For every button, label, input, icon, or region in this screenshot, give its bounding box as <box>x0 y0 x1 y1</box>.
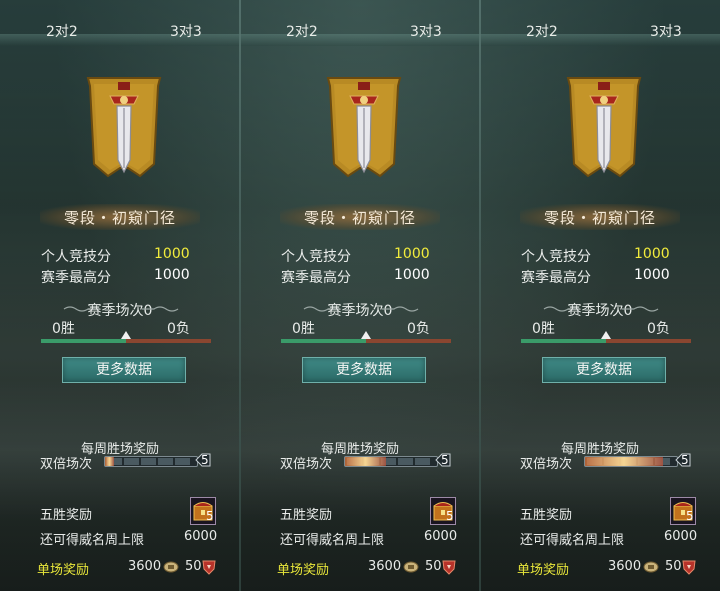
coin-reward-value: 3600 <box>128 559 162 574</box>
five-win-label: 五胜奖励 <box>40 508 93 523</box>
arena-panel: 2对2 3对3 零段・初窥门径 个人竞技分 1000 赛季最高分 1000 赛季… <box>240 0 480 591</box>
weekly-cap-label: 还可得威名周上限 <box>520 533 625 548</box>
personal-score-value: 1000 <box>154 246 190 262</box>
win-fill <box>521 339 606 343</box>
win-loss-bar <box>521 331 691 343</box>
rank-name: 零段・初窥门径 <box>63 209 176 227</box>
season-matches: 赛季场次0 <box>87 303 153 319</box>
season-best-value: 1000 <box>634 267 670 283</box>
weekly-cap-value: 6000 <box>664 529 698 544</box>
tab-2v2[interactable]: 2对2 <box>526 21 558 41</box>
sword-banner-icon <box>566 77 642 178</box>
arena-panel: 2对2 3对3 零段・初窥门径 个人竞技分 1000 赛季最高分 1000 赛季… <box>480 0 720 591</box>
win-loss-bar <box>41 331 211 343</box>
right-cloud-ornament-icon <box>622 306 659 312</box>
personal-score-value: 1000 <box>394 246 430 262</box>
tab-3v3[interactable]: 3对3 <box>170 21 202 41</box>
double-progress-fill <box>585 457 663 466</box>
honor-reward-value: 50 <box>425 559 442 574</box>
weekly-cap-label: 还可得威名周上限 <box>40 533 145 548</box>
win-loss-marker-icon <box>121 331 131 339</box>
coin-icon <box>643 561 659 573</box>
wins-count: 0胜 <box>52 321 75 337</box>
tab-2v2[interactable]: 2对2 <box>286 21 318 41</box>
more-data-button[interactable]: 更多数据 <box>302 357 426 383</box>
double-total: 5 <box>201 453 209 467</box>
honor-reward-value: 50 <box>665 559 682 574</box>
season-best-label: 赛季最高分 <box>41 270 111 286</box>
honor-shield-icon <box>202 560 216 575</box>
right-cloud-ornament-icon <box>142 306 179 312</box>
progress-segment <box>124 458 139 465</box>
double-total: 5 <box>681 453 689 467</box>
panel-divider <box>479 0 481 591</box>
more-data-button[interactable]: 更多数据 <box>542 357 666 383</box>
coin-reward-value: 3600 <box>368 559 402 574</box>
win-loss-marker-icon <box>601 331 611 339</box>
losses-count: 0负 <box>167 321 190 337</box>
five-win-label: 五胜奖励 <box>520 508 573 523</box>
double-matches-label: 双倍场次 <box>520 457 573 472</box>
double-progress-bar <box>344 456 438 467</box>
single-reward-label: 单场奖励 <box>277 563 330 578</box>
tab-3v3[interactable]: 3对3 <box>650 21 682 41</box>
season-best-value: 1000 <box>394 267 430 283</box>
win-fill <box>281 339 366 343</box>
progress-segment <box>141 458 156 465</box>
progress-segment <box>175 458 190 465</box>
rank-name: 零段・初窥门径 <box>303 209 416 227</box>
personal-score-value: 1000 <box>634 246 670 262</box>
double-progress-fill <box>105 457 114 466</box>
sword-banner-icon <box>86 77 162 178</box>
honor-shield-icon <box>682 560 696 575</box>
double-progress-bar <box>584 456 678 467</box>
five-win-count: 5 <box>446 509 454 523</box>
losses-count: 0负 <box>407 321 430 337</box>
season-matches: 赛季场次0 <box>327 303 393 319</box>
personal-score-label: 个人竞技分 <box>281 249 351 265</box>
progress-segment <box>158 458 173 465</box>
honor-reward-value: 50 <box>185 559 202 574</box>
sword-banner-icon <box>326 77 402 178</box>
single-reward-label: 单场奖励 <box>517 563 570 578</box>
arena-panel: 2对2 3对3 零段・初窥门径 个人竞技分 1000 赛季最高分 1000 赛季… <box>0 0 240 591</box>
progress-segment <box>415 458 430 465</box>
single-reward-label: 单场奖励 <box>37 563 90 578</box>
five-win-count: 5 <box>206 509 214 523</box>
season-best-label: 赛季最高分 <box>521 270 591 286</box>
tab-3v3[interactable]: 3对3 <box>410 21 442 41</box>
right-cloud-ornament-icon <box>382 306 419 312</box>
honor-shield-icon <box>442 560 456 575</box>
season-best-value: 1000 <box>154 267 190 283</box>
more-data-button[interactable]: 更多数据 <box>62 357 186 383</box>
personal-score-label: 个人竞技分 <box>41 249 111 265</box>
progress-segment <box>398 458 413 465</box>
rank-name: 零段・初窥门径 <box>543 209 656 227</box>
coin-icon <box>163 561 179 573</box>
five-win-label: 五胜奖励 <box>280 508 333 523</box>
season-best-label: 赛季最高分 <box>281 270 351 286</box>
personal-score-label: 个人竞技分 <box>521 249 591 265</box>
coin-icon <box>403 561 419 573</box>
season-matches: 赛季场次0 <box>567 303 633 319</box>
five-win-count: 5 <box>686 509 694 523</box>
coin-reward-value: 3600 <box>608 559 642 574</box>
win-loss-bar <box>281 331 451 343</box>
tab-2v2[interactable]: 2对2 <box>46 21 78 41</box>
double-total: 5 <box>441 453 449 467</box>
win-loss-marker-icon <box>361 331 371 339</box>
double-progress-bar <box>104 456 198 467</box>
win-fill <box>41 339 126 343</box>
losses-count: 0负 <box>647 321 670 337</box>
wins-count: 0胜 <box>292 321 315 337</box>
weekly-cap-value: 6000 <box>424 529 458 544</box>
wins-count: 0胜 <box>532 321 555 337</box>
panel-divider <box>239 0 241 591</box>
double-progress-fill <box>345 457 386 466</box>
weekly-cap-value: 6000 <box>184 529 218 544</box>
double-matches-label: 双倍场次 <box>40 457 93 472</box>
double-matches-label: 双倍场次 <box>280 457 333 472</box>
weekly-cap-label: 还可得威名周上限 <box>280 533 385 548</box>
